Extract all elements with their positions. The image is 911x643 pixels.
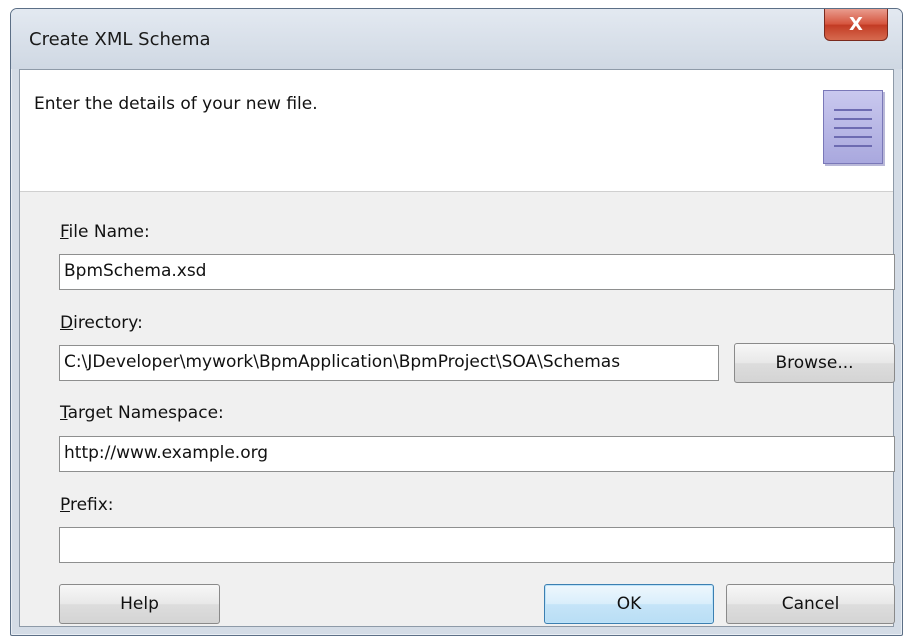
header-banner: Enter the details of your new file.	[20, 70, 893, 192]
dialog-title: Create XML Schema	[29, 29, 211, 50]
close-button[interactable]: X	[824, 9, 888, 41]
prefix-input[interactable]	[59, 527, 895, 563]
create-xml-schema-dialog: Create XML Schema X Enter the details of…	[10, 8, 903, 636]
prefix-label: Prefix:	[60, 495, 114, 515]
help-button[interactable]: Help	[59, 584, 220, 624]
title-bar: Create XML Schema X	[11, 9, 902, 69]
target-namespace-input[interactable]: http://www.example.org	[59, 436, 895, 472]
browse-button[interactable]: Browse...	[734, 343, 895, 383]
close-icon: X	[849, 14, 863, 35]
directory-label: Directory:	[60, 313, 143, 333]
directory-input[interactable]: C:\JDeveloper\mywork\BpmApplication\BpmP…	[59, 345, 719, 381]
document-icon	[823, 90, 883, 164]
banner-text: Enter the details of your new file.	[34, 94, 318, 114]
ok-button[interactable]: OK	[544, 584, 714, 624]
file-name-input[interactable]: BpmSchema.xsd	[59, 254, 895, 290]
dialog-content: Enter the details of your new file. File…	[19, 69, 895, 627]
cancel-button[interactable]: Cancel	[726, 584, 895, 624]
file-name-label: File Name:	[60, 222, 150, 242]
target-namespace-label: Target Namespace:	[60, 403, 224, 423]
